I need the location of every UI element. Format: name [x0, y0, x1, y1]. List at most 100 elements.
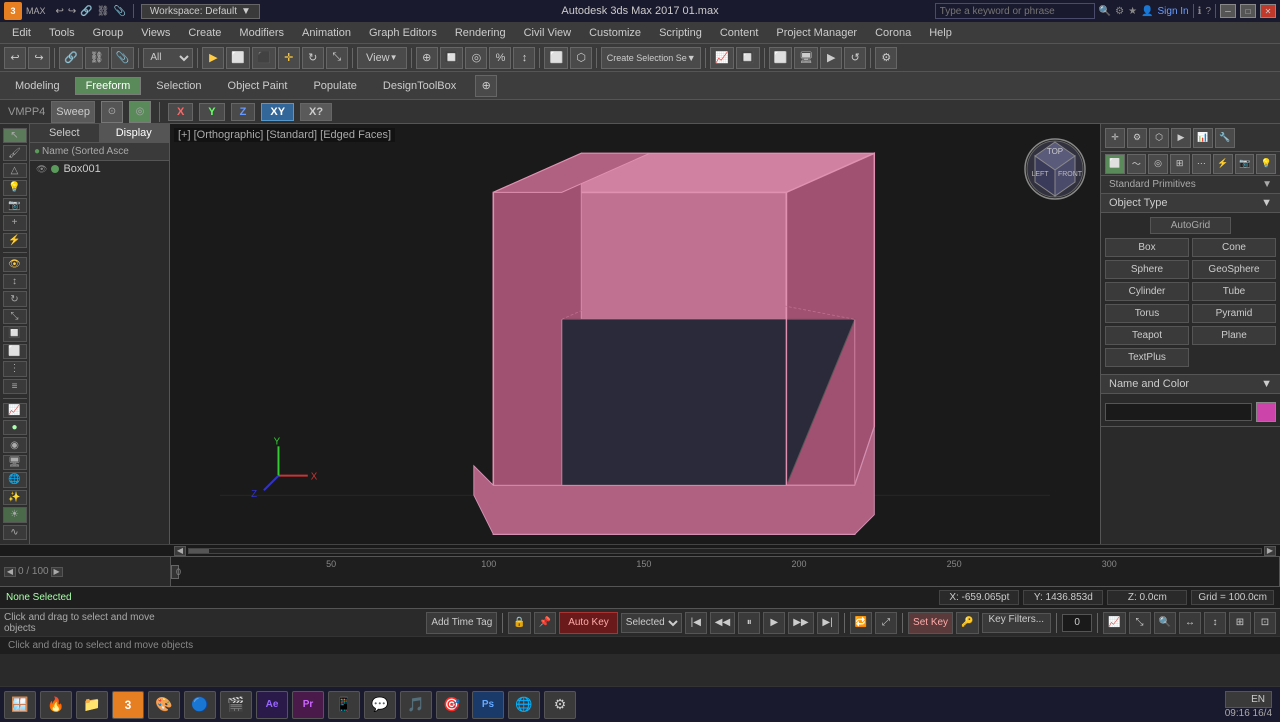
sweep-btn[interactable]: Sweep: [51, 101, 95, 123]
settings-icon[interactable]: ⚙: [1115, 6, 1124, 17]
rp-compound-icon[interactable]: ⊞: [1170, 154, 1190, 174]
pyramid-btn[interactable]: Pyramid: [1192, 304, 1276, 323]
rp-dynamics-icon[interactable]: ⚡: [1213, 154, 1233, 174]
toolbar-icon-redo[interactable]: ↪: [68, 6, 76, 17]
menu-civil-view[interactable]: Civil View: [516, 25, 579, 41]
taskbar-files-btn[interactable]: 📁: [76, 691, 108, 719]
scene-tab-select[interactable]: Select: [30, 124, 100, 142]
axis-icon1[interactable]: ⊙: [101, 101, 123, 123]
undo-btn[interactable]: ↩: [4, 47, 26, 69]
rp-splines-icon[interactable]: 〜: [1127, 154, 1147, 174]
toolbar-icon-undo[interactable]: ↩: [56, 6, 64, 17]
taskbar-windows-btn[interactable]: 🪟: [4, 691, 36, 719]
help-icon[interactable]: ?: [1205, 6, 1211, 17]
viewport-nav-btn5[interactable]: ⊞: [1229, 612, 1251, 634]
primitives-dropdown-icon[interactable]: ▼: [1262, 179, 1272, 190]
ref-coord-select[interactable]: View ▼: [357, 47, 407, 69]
taskbar-media-btn[interactable]: 📱: [328, 691, 360, 719]
rp-create-icon[interactable]: ✛: [1105, 128, 1125, 148]
name-color-header[interactable]: Name and Color ▼: [1101, 375, 1280, 394]
menu-modifiers[interactable]: Modifiers: [231, 25, 292, 41]
maximize-btn[interactable]: □: [1240, 4, 1256, 18]
teapot-btn[interactable]: Teapot: [1105, 326, 1189, 345]
search-input[interactable]: [935, 3, 1095, 19]
lt-camera-btn[interactable]: 📷: [3, 198, 27, 213]
select-region2-btn[interactable]: ⬛: [252, 47, 276, 69]
rp-nurbs-icon[interactable]: ◎: [1148, 154, 1168, 174]
viewport-label[interactable]: [+] [Orthographic] [Standard] [Edged Fac…: [174, 128, 395, 142]
timeline-scroll-right[interactable]: ▶: [1264, 546, 1276, 556]
navigation-cube[interactable]: TOP FRONT LEFT: [1020, 134, 1090, 204]
render-production-btn[interactable]: ▶: [820, 47, 842, 69]
lt-paint-btn[interactable]: 🖌: [3, 145, 27, 160]
axis-z-btn[interactable]: Z: [231, 103, 256, 121]
mirror-btn[interactable]: ⬜: [544, 47, 568, 69]
object-name-input[interactable]: [1105, 403, 1252, 421]
rp-hierarchy-icon[interactable]: ⬡: [1149, 128, 1169, 148]
lt-display-btn[interactable]: 👁: [3, 257, 27, 272]
prev-frame-btn[interactable]: |◀: [685, 612, 707, 634]
axis-y-btn[interactable]: Y: [199, 103, 224, 121]
rp-particles-icon[interactable]: ⋯: [1192, 154, 1212, 174]
close-btn[interactable]: ✕: [1260, 4, 1276, 18]
selected-mode-select[interactable]: Selected: [621, 613, 682, 633]
info-icon[interactable]: ℹ: [1198, 6, 1202, 17]
viewport-nav-btn6[interactable]: ⊡: [1254, 612, 1276, 634]
timeline-track[interactable]: 0 50 100 150 200 250 300: [170, 557, 1280, 586]
menu-animation[interactable]: Animation: [294, 25, 359, 41]
rp-utilities-icon[interactable]: 🔧: [1215, 128, 1235, 148]
prev-key-btn[interactable]: ◀◀: [710, 612, 735, 634]
select-region-btn[interactable]: ⬜: [226, 47, 250, 69]
toolbar-icon-unlink[interactable]: ⛓: [97, 6, 110, 17]
menu-scripting[interactable]: Scripting: [651, 25, 710, 41]
tube-btn[interactable]: Tube: [1192, 282, 1276, 301]
lt-unknown2-btn[interactable]: ∿: [3, 525, 27, 540]
taskbar-paint-btn[interactable]: 🎨: [148, 691, 180, 719]
rp-lights-icon[interactable]: 💡: [1256, 154, 1276, 174]
rotate-btn[interactable]: ↻: [302, 47, 324, 69]
menu-rendering[interactable]: Rendering: [447, 25, 514, 41]
taskbar-browser-btn[interactable]: 🔵: [184, 691, 216, 719]
ribbon-modeling[interactable]: Modeling: [4, 77, 71, 95]
lt-shape-btn[interactable]: △: [3, 163, 27, 178]
autogrid-btn[interactable]: AutoGrid: [1150, 217, 1231, 234]
lock-keys-btn[interactable]: 🔒: [508, 612, 530, 634]
user-icon[interactable]: 👤: [1141, 6, 1153, 17]
snap-key-btn[interactable]: 📌: [534, 612, 556, 634]
lt-select-btn[interactable]: ↖: [3, 128, 27, 143]
ribbon-populate[interactable]: Populate: [302, 77, 367, 95]
viewport-nav-btn3[interactable]: ↔: [1179, 612, 1201, 634]
frame-input[interactable]: [1062, 614, 1092, 632]
rp-modify-icon[interactable]: ⚙: [1127, 128, 1147, 148]
lt-array-btn[interactable]: ⋮: [3, 361, 27, 376]
menu-tools[interactable]: Tools: [41, 25, 83, 41]
lt-align2-btn[interactable]: ≡: [3, 379, 27, 394]
filter-select[interactable]: All: [143, 48, 193, 68]
lt-mat-btn[interactable]: ●: [3, 420, 27, 435]
menu-content[interactable]: Content: [712, 25, 767, 41]
lt-scale2-btn[interactable]: ⤡: [3, 309, 27, 324]
lt-mirror2-btn[interactable]: ⬜: [3, 344, 27, 359]
taskbar-prem-btn[interactable]: Pr: [292, 691, 324, 719]
align-btn[interactable]: ⬡: [570, 47, 592, 69]
toolbar-icon-bind[interactable]: 📎: [113, 6, 125, 17]
menu-customize[interactable]: Customize: [581, 25, 649, 41]
rp-geometry-icon[interactable]: ⬜: [1105, 154, 1125, 174]
lt-snap2-btn[interactable]: 🔲: [3, 326, 27, 341]
menu-graph-editors[interactable]: Graph Editors: [361, 25, 445, 41]
timeline-left-arrow[interactable]: ◀: [4, 567, 16, 577]
extra-tools-btn[interactable]: ⚙: [875, 47, 897, 69]
signin-btn[interactable]: Sign In: [1157, 6, 1188, 17]
viewport-nav-btn1[interactable]: ⤡: [1129, 612, 1151, 634]
menu-corona[interactable]: Corona: [867, 25, 919, 41]
create-sel-set[interactable]: Create Selection Se▼: [601, 47, 701, 69]
cylinder-btn[interactable]: Cylinder: [1105, 282, 1189, 301]
axis-xy-btn[interactable]: XY: [261, 103, 294, 121]
scene-object-box001[interactable]: 👁 Box001: [30, 161, 169, 177]
link-btn[interactable]: 🔗: [59, 47, 83, 69]
taskbar-telegram-btn[interactable]: 💬: [364, 691, 396, 719]
spinner-snap-btn[interactable]: ↕: [513, 47, 535, 69]
menu-help[interactable]: Help: [921, 25, 960, 41]
taskbar-ps-btn[interactable]: Ps: [472, 691, 504, 719]
axis-xz-btn[interactable]: X?: [300, 103, 332, 121]
